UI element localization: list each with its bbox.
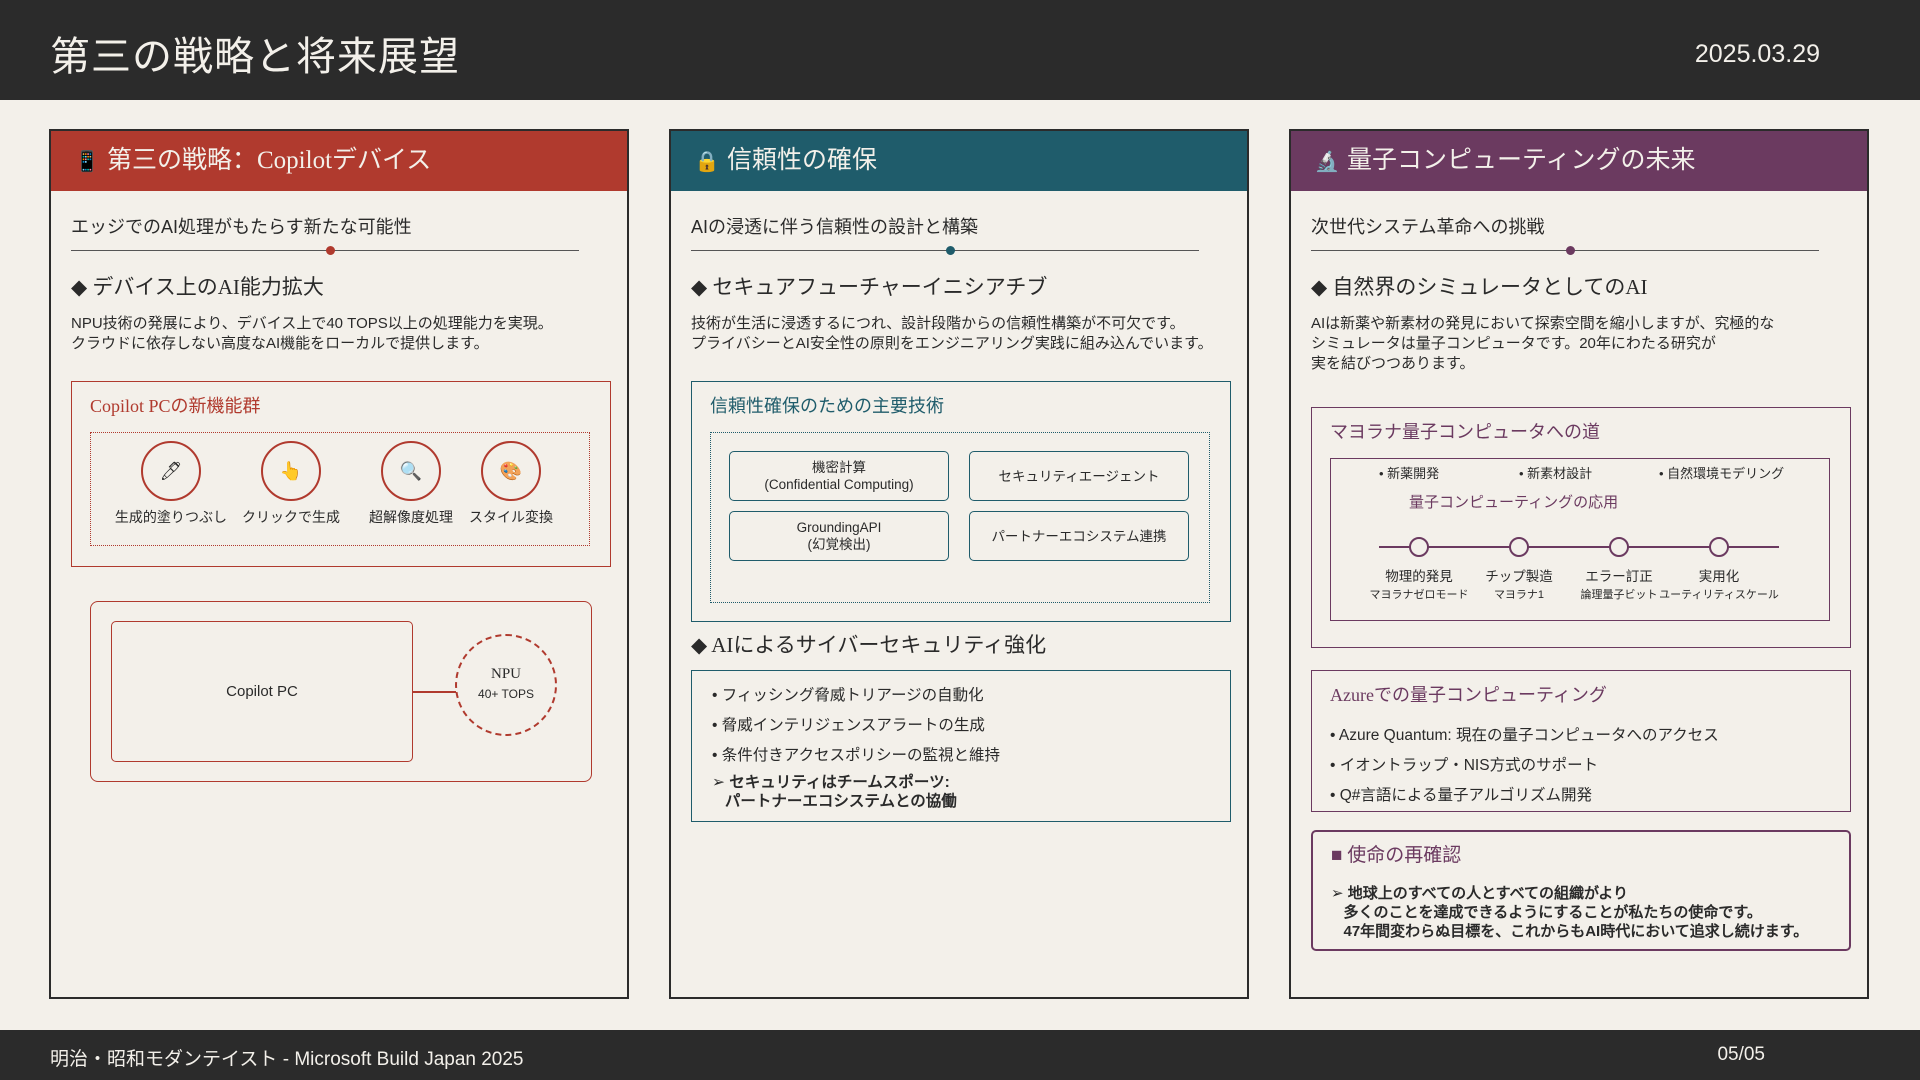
- divider-dot: [326, 246, 335, 255]
- page-number: 05/05: [1717, 1044, 1765, 1065]
- panel-quantum: 🔬 量子コンピューティングの未来 次世代システム革命への挑戦 ◆ 自然界のシミュレ…: [1289, 129, 1869, 999]
- step-sub: 論理量子ビット: [1580, 589, 1658, 601]
- divider-dot: [1566, 246, 1575, 255]
- microscope-icon: 🔬: [1314, 151, 1340, 173]
- panel-subtitle: AIの浸透に伴う信頼性の設計と構築: [691, 217, 979, 237]
- section-body: NPU技術の発展により、デバイス上で40 TOPS以上の処理能力を実現。 クラウ…: [71, 315, 553, 352]
- panel-title: 量子コンピューティングの未来: [1347, 147, 1696, 174]
- step-sub: ユーティリティスケール: [1659, 589, 1779, 601]
- majorana-title: マヨラナ量子コンピュータへの道: [1330, 422, 1600, 442]
- app-item: • 新素材設計: [1519, 466, 1593, 481]
- list-item: • イオントラップ・NIS方式のサポート: [1330, 757, 1599, 774]
- list-item: • Q#言語による量子アルゴリズム開発: [1330, 787, 1592, 804]
- features-area: 🖊 生成的塗りつぶし 👆 クリックで生成 🔍 超解像度処理 🎨 スタイル変換: [90, 432, 590, 546]
- features-title: Copilot PCの新機能群: [90, 396, 261, 416]
- tech-security-agent: セキュリティエージェント: [969, 451, 1189, 501]
- feature-label: 生成的塗りつぶし: [114, 509, 228, 525]
- section-heading-2: ◆ AIによるサイバーセキュリティ強化: [691, 633, 1047, 657]
- panel-header: 🔒 信頼性の確保: [671, 131, 1247, 191]
- timeline-node: [1409, 537, 1429, 557]
- panel-reliability: 🔒 信頼性の確保 AIの浸透に伴う信頼性の設計と構築 ◆ セキュアフューチャーイニ…: [669, 129, 1249, 999]
- footer-text: 明治・昭和モダンテイスト - Microsoft Build Japan 202…: [50, 1049, 524, 1070]
- panel-title: 信頼性の確保: [727, 147, 878, 174]
- section-heading: ◆ デバイス上のAI能力拡大: [71, 275, 324, 299]
- tech-grounding-api: GroundingAPI (幻覚検出): [729, 511, 949, 561]
- azure-title: Azureでの量子コンピューティング: [1330, 685, 1607, 705]
- tech-box: 信頼性確保のための主要技術 機密計算 (Confidential Computi…: [691, 381, 1231, 622]
- device-diagram: Copilot PC NPU 40+ TOPS: [90, 601, 592, 782]
- mission-title: ■ 使命の再確認: [1331, 845, 1462, 866]
- panel-header: 🔬 量子コンピューティングの未来: [1291, 131, 1867, 191]
- panel-header: 📱 第三の戦略：Copilotデバイス: [51, 131, 627, 191]
- tech-confidential-computing: 機密計算 (Confidential Computing): [729, 451, 949, 501]
- majorana-box: マヨラナ量子コンピュータへの道 • 新薬開発 • 新素材設計 • 自然環境モデリ…: [1311, 407, 1851, 648]
- emphasis-note: ➢ セキュリティはチームスポーツ: パートナーエコシステムとの協働: [712, 774, 957, 810]
- section-heading: ◆ セキュアフューチャーイニシアチブ: [691, 275, 1048, 299]
- copilot-pc-label: Copilot PC: [226, 683, 298, 700]
- lock-icon: 🔒: [694, 151, 720, 173]
- copilot-pc-box: Copilot PC: [111, 621, 413, 762]
- list-item: • 条件付きアクセスポリシーの監視と維持: [712, 747, 1000, 764]
- panel-title: 第三の戦略：Copilotデバイス: [107, 147, 432, 174]
- azure-box: Azureでの量子コンピューティング • Azure Quantum: 現在の量…: [1311, 670, 1851, 812]
- click-icon[interactable]: 👆: [261, 441, 321, 501]
- features-box: Copilot PCの新機能群 🖊 生成的塗りつぶし 👆 クリックで生成 🔍 超…: [71, 381, 611, 567]
- section-heading: ◆ 自然界のシミュレータとしてのAI: [1311, 275, 1648, 299]
- mission-text: ➢ 地球上のすべての人とすべての組織がより 多くのことを達成できるようにすること…: [1331, 885, 1809, 940]
- magnifier-icon[interactable]: 🔍: [381, 441, 441, 501]
- npu-circle: NPU 40+ TOPS: [455, 634, 557, 736]
- apps-title: 量子コンピューティングの応用: [1409, 495, 1619, 511]
- phone-icon: 📱: [74, 151, 100, 173]
- section-body: 技術が生活に浸透するにつれ、設計段階からの信頼性構築が不可欠です。 プライバシー…: [691, 315, 1213, 352]
- section-body: AIは新薬や新素材の発見において探索空間を縮小しますが、究極的な シミュレータは…: [1311, 315, 1775, 372]
- divider: [691, 250, 1199, 251]
- step-label: エラー訂正: [1585, 569, 1653, 584]
- header-date: 2025.03.29: [1694, 40, 1820, 68]
- timeline-node: [1609, 537, 1629, 557]
- tech-title: 信頼性確保のための主要技術: [710, 396, 944, 416]
- list-item: • フィッシング脅威トリアージの自動化: [712, 687, 984, 704]
- header-bar: 第三の戦略と将来展望 2025.03.29: [0, 0, 1920, 100]
- timeline-node: [1709, 537, 1729, 557]
- feature-label: クリックで生成: [242, 509, 340, 525]
- npu-label: NPU: [490, 666, 521, 682]
- step-sub: マヨラナゼロモード: [1369, 589, 1469, 601]
- brush-icon[interactable]: 🖊: [141, 441, 201, 501]
- timeline-node: [1509, 537, 1529, 557]
- tech-partner-ecosystem: パートナーエコシステム連携: [969, 511, 1189, 561]
- page-title: 第三の戦略と将来展望: [50, 34, 460, 79]
- tech-area: 機密計算 (Confidential Computing) セキュリティエージェ…: [710, 432, 1210, 603]
- feature-label: スタイル変換: [469, 509, 553, 525]
- panel-subtitle: エッジでのAI処理がもたらす新たな可能性: [71, 217, 412, 237]
- npu-tops: 40+ TOPS: [478, 687, 534, 701]
- step-label: 実用化: [1698, 569, 1740, 584]
- footer-bar: 明治・昭和モダンテイスト - Microsoft Build Japan 202…: [0, 1030, 1920, 1080]
- panel-subtitle: 次世代システム革命への挑戦: [1311, 217, 1545, 237]
- step-label: チップ製造: [1485, 569, 1553, 584]
- app-item: • 新薬開発: [1379, 466, 1440, 481]
- list-item: • 脅威インテリジェンスアラートの生成: [712, 717, 985, 734]
- mission-box: ■ 使命の再確認 ➢ 地球上のすべての人とすべての組織がより 多くのことを達成で…: [1311, 830, 1851, 951]
- connector-line: [413, 691, 456, 693]
- app-item: • 自然環境モデリング: [1659, 466, 1785, 481]
- panel-copilot-devices: 📱 第三の戦略：Copilotデバイス エッジでのAI処理がもたらす新たな可能性 …: [49, 129, 629, 999]
- roadmap-area: • 新薬開発 • 新素材設計 • 自然環境モデリング 量子コンピューティングの応…: [1330, 458, 1830, 621]
- palette-icon[interactable]: 🎨: [481, 441, 541, 501]
- divider: [1311, 250, 1819, 251]
- list-item: • Azure Quantum: 現在の量子コンピュータへのアクセス: [1330, 727, 1719, 744]
- step-label: 物理的発見: [1385, 569, 1453, 584]
- divider-dot: [946, 246, 955, 255]
- cyber-list-box: • フィッシング脅威トリアージの自動化 • 脅威インテリジェンスアラートの生成 …: [691, 670, 1231, 822]
- step-sub: マヨラナ1: [1493, 589, 1545, 601]
- divider: [71, 250, 579, 251]
